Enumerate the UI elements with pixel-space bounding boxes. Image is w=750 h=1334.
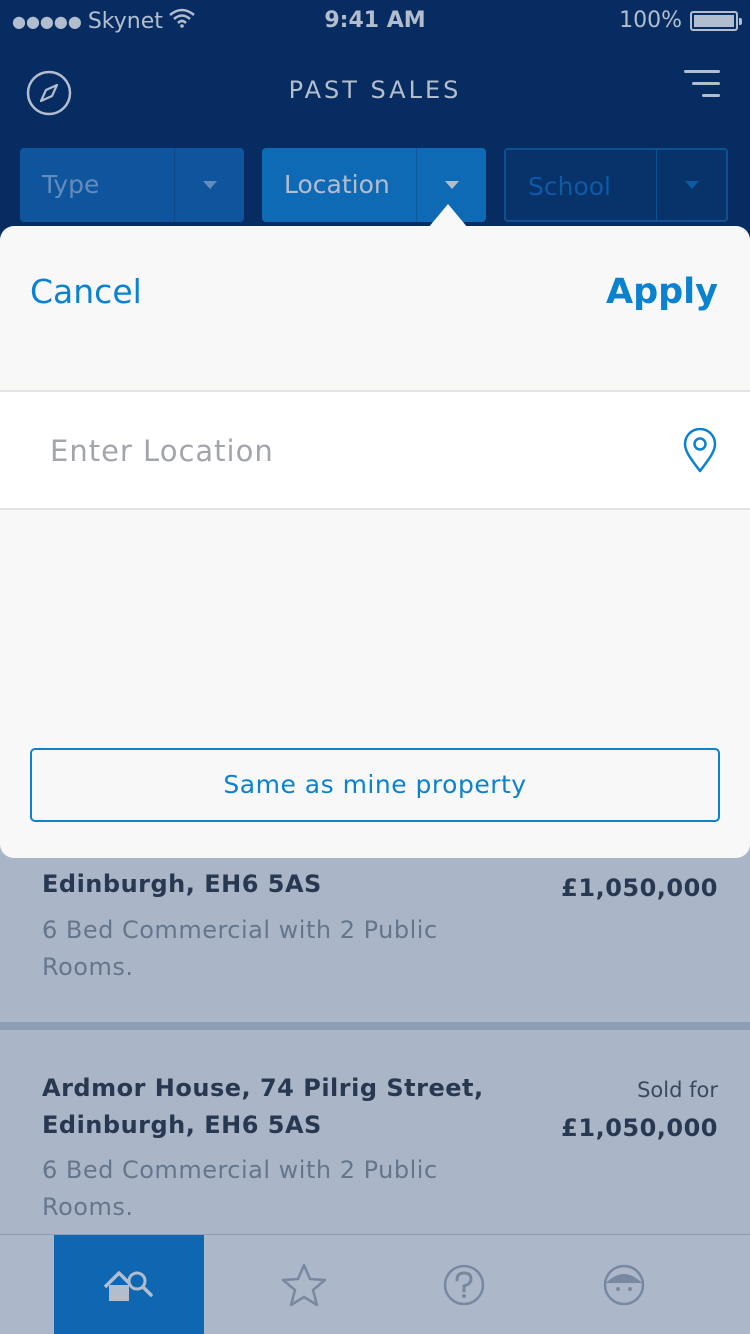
cancel-button[interactable]: Cancel: [30, 272, 142, 311]
popover-arrow: [428, 204, 468, 228]
location-popover: Cancel Apply Same as mine property: [0, 226, 750, 858]
location-input[interactable]: [50, 426, 650, 476]
same-as-mine-property-button[interactable]: Same as mine property: [30, 748, 720, 822]
apply-button[interactable]: Apply: [606, 272, 718, 312]
map-pin-icon[interactable]: [682, 428, 718, 474]
location-field-row: [0, 390, 750, 510]
